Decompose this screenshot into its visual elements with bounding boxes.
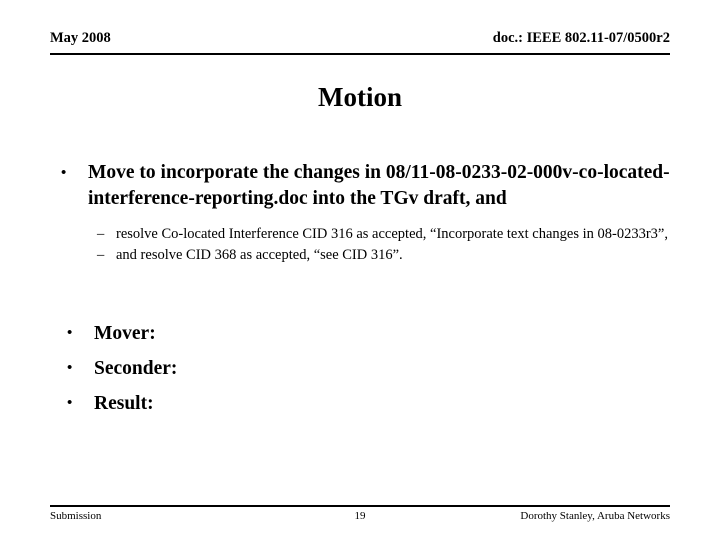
- bullet-dot-icon: •: [67, 325, 73, 341]
- sub-bullet-text: and resolve CID 368 as accepted, “see CI…: [116, 247, 403, 263]
- motion-field-label: Result:: [94, 393, 154, 414]
- main-bullet-text: Move to incorporate the changes in 08/11…: [88, 162, 670, 209]
- slide-header: May 2008 doc.: IEEE 802.11-07/0500r2: [50, 30, 670, 55]
- motion-field-result: • Result:: [50, 386, 675, 421]
- header-date: May 2008: [50, 30, 111, 46]
- motion-fields-list: • Mover: • Seconder: • Result:: [50, 316, 675, 421]
- bullet-dot-icon: •: [67, 360, 73, 376]
- sub-bullet-item: – and resolve CID 368 as accepted, “see …: [50, 245, 675, 266]
- motion-field-label: Mover:: [94, 323, 156, 344]
- slide: May 2008 doc.: IEEE 802.11-07/0500r2 Mot…: [0, 0, 720, 540]
- dash-marker-icon: –: [97, 247, 105, 263]
- bullet-dot-icon: •: [67, 395, 73, 411]
- page-title: Motion: [318, 82, 402, 112]
- footer-row: Submission 19 Dorothy Stanley, Aruba Net…: [50, 509, 670, 525]
- footer-author: Dorothy Stanley, Aruba Networks: [520, 510, 670, 522]
- slide-footer: Submission 19 Dorothy Stanley, Aruba Net…: [50, 505, 670, 525]
- motion-field-seconder: • Seconder:: [50, 351, 675, 386]
- header-document-id: doc.: IEEE 802.11-07/0500r2: [492, 30, 670, 46]
- dash-marker-icon: –: [97, 226, 105, 242]
- motion-field-mover: • Mover:: [50, 316, 675, 351]
- sub-bullet-list: – resolve Co-located Interference CID 31…: [50, 224, 675, 266]
- main-bullet-item: • Move to incorporate the changes in 08/…: [50, 160, 675, 212]
- bullet-dot-icon: •: [61, 165, 67, 181]
- sub-bullet-text: resolve Co-located Interference CID 316 …: [116, 226, 668, 242]
- slide-body: • Move to incorporate the changes in 08/…: [50, 160, 675, 421]
- motion-field-label: Seconder:: [94, 358, 178, 379]
- sub-bullet-item: – resolve Co-located Interference CID 31…: [50, 224, 675, 245]
